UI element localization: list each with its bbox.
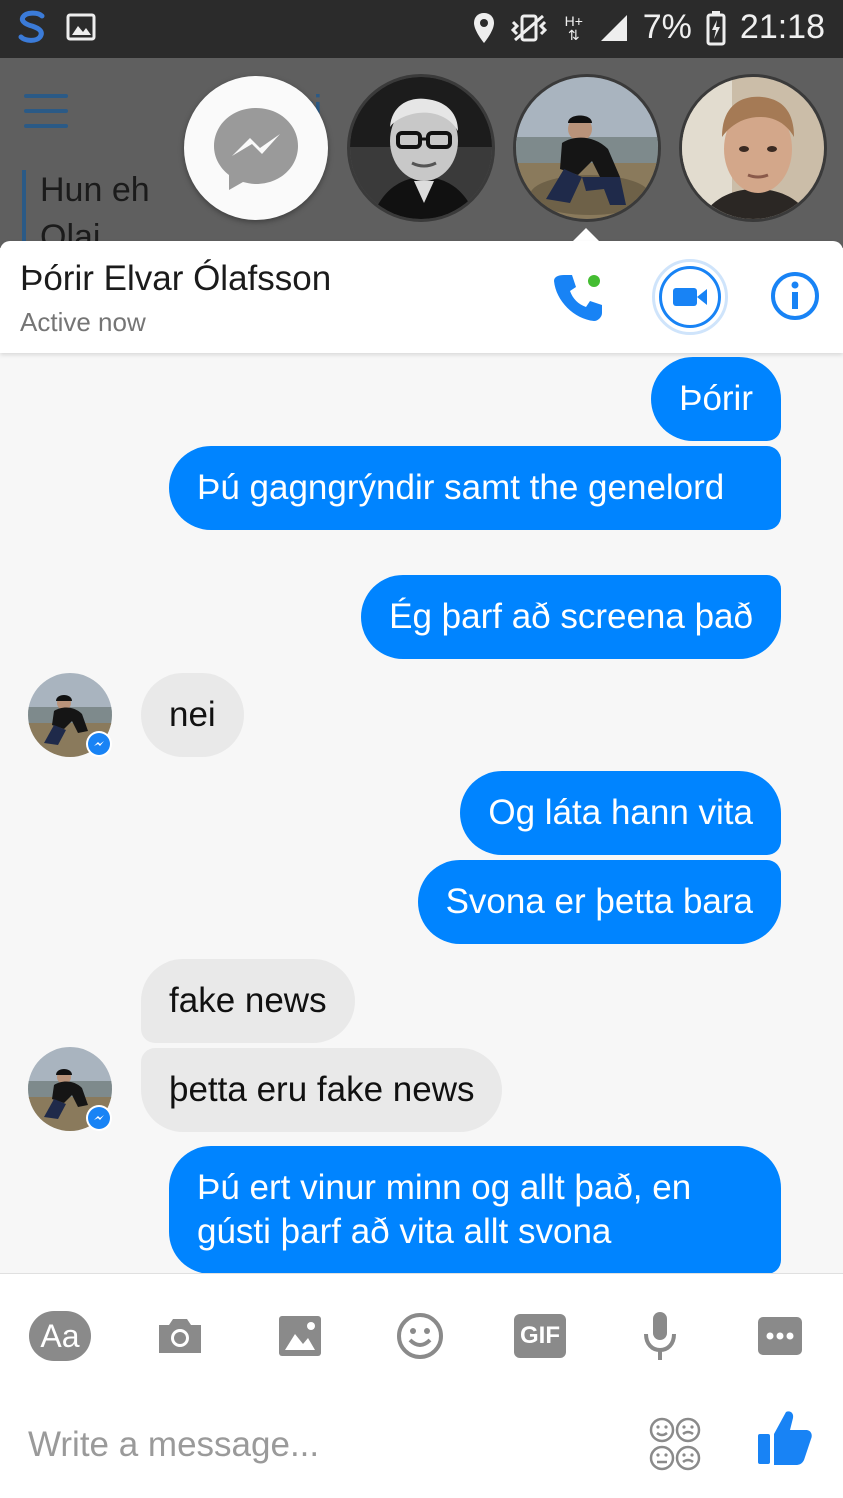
gif-icon: GIF xyxy=(514,1314,566,1358)
more-button[interactable] xyxy=(748,1304,812,1368)
background-text: Hun eh xyxy=(40,171,150,209)
network-type-icon: H+ ⇅ xyxy=(564,12,583,43)
status-bar: H+ ⇅ 7% 21:18 xyxy=(0,0,843,58)
messenger-badge-icon xyxy=(86,1105,112,1131)
image-icon xyxy=(279,1316,321,1356)
active-chat-caret xyxy=(572,228,600,242)
video-call-button[interactable] xyxy=(652,259,728,335)
info-icon xyxy=(771,272,819,320)
video-camera-icon xyxy=(673,288,707,306)
battery-percent: 7% xyxy=(642,8,692,46)
message-incoming[interactable]: þetta eru fake news xyxy=(141,1048,503,1132)
stickers-button[interactable] xyxy=(648,1414,702,1474)
voice-button[interactable] xyxy=(628,1304,692,1368)
vibrate-icon xyxy=(509,12,549,44)
avatar-selfie-man xyxy=(682,77,824,219)
location-icon xyxy=(473,12,495,44)
microphone-icon xyxy=(644,1312,676,1360)
phone-icon xyxy=(554,275,602,321)
chat-head-avatar-3[interactable] xyxy=(679,74,827,222)
more-icon xyxy=(758,1317,802,1355)
thumbs-up-icon xyxy=(758,1411,812,1465)
message-incoming[interactable]: nei xyxy=(141,673,244,757)
stickers-icon xyxy=(649,1417,701,1471)
message-outgoing[interactable]: Ég þarf að screena það xyxy=(361,575,781,659)
voice-call-button[interactable] xyxy=(548,267,608,327)
avatar-glasses-man xyxy=(350,77,492,219)
app-s-icon xyxy=(16,10,48,44)
messenger-badge-icon xyxy=(86,731,112,757)
message-outgoing[interactable]: Svona er þetta bara xyxy=(417,860,781,944)
message-outgoing[interactable]: Þú gagngrýndir samt the genelord xyxy=(169,446,781,530)
message-list[interactable]: Þórir Þú gagngrýndir samt the genelord É… xyxy=(0,353,843,1273)
info-button[interactable] xyxy=(766,267,824,325)
camera-button[interactable] xyxy=(148,1304,212,1368)
contact-name: Þórir Elvar Ólafsson xyxy=(20,259,332,298)
gallery-button[interactable] xyxy=(268,1304,332,1368)
smiley-icon xyxy=(397,1313,443,1359)
signal-icon xyxy=(599,13,629,43)
camera-icon xyxy=(159,1319,201,1353)
gif-button[interactable]: GIF xyxy=(508,1304,572,1368)
contact-status: Active now xyxy=(20,307,146,337)
battery-charging-icon xyxy=(706,10,726,46)
gallery-icon xyxy=(66,13,96,41)
avatar-outdoor-man xyxy=(516,77,658,219)
clock: 21:18 xyxy=(739,8,825,46)
messenger-icon xyxy=(214,108,298,190)
message-outgoing[interactable]: Þórir xyxy=(651,357,781,441)
message-input[interactable] xyxy=(28,1418,628,1472)
conversation-header: Þórir Elvar Ólafsson Active now xyxy=(0,241,843,353)
emoji-button[interactable] xyxy=(388,1304,452,1368)
hamburger-menu-icon xyxy=(24,94,68,139)
active-dot xyxy=(588,275,600,287)
aa-icon: Aa xyxy=(29,1311,91,1361)
like-button[interactable] xyxy=(756,1408,816,1472)
message-outgoing[interactable]: Og láta hann vita xyxy=(460,771,781,855)
message-outgoing[interactable]: Þú ert vinur minn og allt það, en gústi … xyxy=(169,1146,781,1273)
chat-head-avatar-2-active[interactable] xyxy=(513,74,661,222)
message-incoming[interactable]: fake news xyxy=(141,959,355,1043)
text-tool-button[interactable]: Aa xyxy=(28,1304,92,1368)
chat-head-avatar-1[interactable] xyxy=(347,74,495,222)
network-type-label: H+ xyxy=(564,12,583,29)
messenger-chat-head[interactable] xyxy=(184,76,328,220)
